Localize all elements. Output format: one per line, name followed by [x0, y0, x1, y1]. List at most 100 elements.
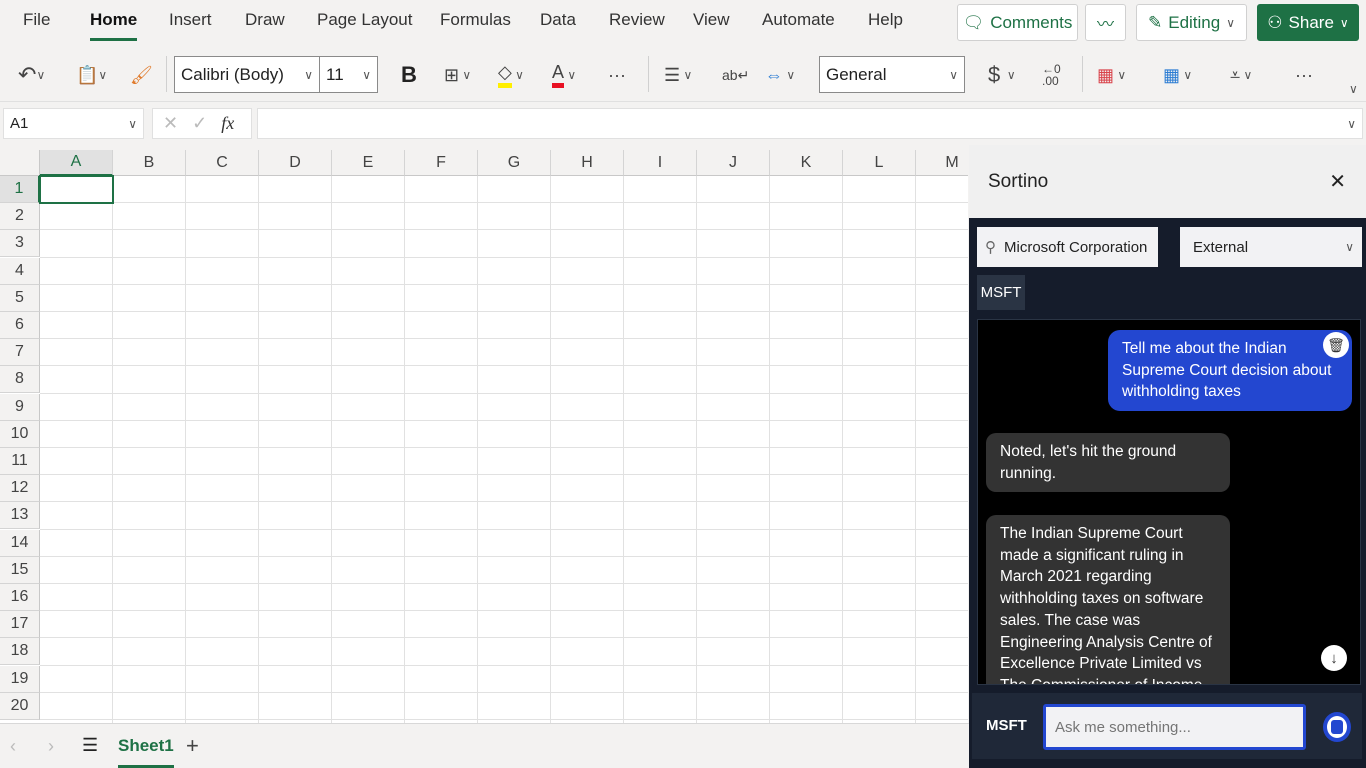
number-format-select[interactable]: General ∨ — [819, 56, 965, 93]
row-header-12[interactable]: 12 — [0, 475, 40, 503]
row-header-20[interactable]: 20 — [0, 692, 40, 720]
search-value: Microsoft Corporation — [1004, 238, 1148, 256]
close-icon[interactable]: ✕ — [1329, 169, 1346, 194]
tab-formulas[interactable]: Formulas — [440, 10, 511, 30]
format-painter-button[interactable]: 🖌 — [130, 58, 153, 92]
column-header-e[interactable]: E — [332, 150, 405, 176]
column-header-f[interactable]: F — [405, 150, 478, 176]
column-header-k[interactable]: K — [770, 150, 843, 176]
paste-button[interactable]: 📋 ∨ — [76, 58, 107, 92]
column-header-b[interactable]: B — [113, 150, 186, 176]
activity-button[interactable]: 〰 — [1085, 4, 1126, 41]
gridline — [40, 256, 968, 258]
tab-review[interactable]: Review — [609, 10, 665, 30]
tab-draw[interactable]: Draw — [245, 10, 285, 30]
row-header-13[interactable]: 13 — [0, 502, 40, 530]
spreadsheet-grid[interactable]: A B C D E F G H I J K L M 1 2 3 4 5 6 7 8 9 10 11 12 13 14 15 16 17 18… — [0, 150, 968, 723]
font-color-button[interactable]: A ∨ — [552, 58, 576, 92]
insert-cells-button[interactable]: ▦ ∨ — [1163, 58, 1192, 92]
align-button[interactable]: ☰ ∨ — [664, 58, 692, 92]
tab-help[interactable]: Help — [868, 10, 903, 30]
search-icon: ⚲ — [985, 239, 996, 256]
ask-input[interactable] — [1043, 704, 1306, 750]
row-header-10[interactable]: 10 — [0, 420, 40, 448]
editing-label: Editing — [1168, 12, 1221, 32]
column-header-i[interactable]: I — [624, 150, 697, 176]
font-name-select[interactable]: Calibri (Body) ∨ — [174, 56, 320, 93]
function-icon[interactable]: fx — [221, 113, 234, 134]
bold-button[interactable]: B — [401, 58, 417, 92]
chevron-down-icon: ∨ — [128, 116, 137, 131]
send-button[interactable] — [1323, 712, 1351, 742]
more-font-button[interactable]: ··· — [608, 58, 626, 92]
tab-view[interactable]: View — [693, 10, 730, 30]
sheet-tab-sheet1[interactable]: Sheet1 — [118, 736, 174, 768]
row-header-5[interactable]: 5 — [0, 284, 40, 312]
tab-file[interactable]: File — [23, 10, 50, 30]
all-sheets-icon[interactable]: ☰ — [82, 735, 98, 756]
row-header-15[interactable]: 15 — [0, 556, 40, 584]
row-header-4[interactable]: 4 — [0, 257, 40, 285]
column-header-g[interactable]: G — [478, 150, 551, 176]
row-header-8[interactable]: 8 — [0, 366, 40, 394]
cancel-icon[interactable]: ✕ — [163, 113, 178, 134]
font-size-select[interactable]: 11 ∨ — [319, 56, 378, 93]
company-search-input[interactable]: ⚲ Microsoft Corporation — [977, 227, 1158, 267]
row-header-18[interactable]: 18 — [0, 638, 40, 666]
chevron-down-icon: ∨ — [1345, 240, 1354, 254]
selected-cell-a1[interactable] — [39, 175, 114, 204]
column-header-d[interactable]: D — [259, 150, 332, 176]
prev-sheet-icon[interactable]: ‹ — [10, 736, 16, 757]
row-header-17[interactable]: 17 — [0, 611, 40, 639]
tab-insert[interactable]: Insert — [169, 10, 212, 30]
row-header-2[interactable]: 2 — [0, 203, 40, 231]
select-all-corner[interactable] — [0, 150, 40, 176]
add-sheet-icon[interactable]: + — [186, 733, 199, 759]
decrease-decimal-button[interactable]: ←0.00 — [1042, 58, 1061, 92]
column-header-j[interactable]: J — [697, 150, 770, 176]
column-header-l[interactable]: L — [843, 150, 916, 176]
borders-button[interactable]: ⊞ ∨ — [444, 58, 471, 92]
merge-button[interactable]: ⇔ ∨ — [765, 58, 795, 92]
confirm-icon[interactable]: ✓ — [192, 113, 207, 134]
undo-button[interactable]: ↶ ∨ — [18, 58, 45, 92]
conditional-format-button[interactable]: ▦ ∨ — [1097, 58, 1126, 92]
name-box[interactable]: A1 ∨ — [3, 108, 144, 139]
comments-button[interactable]: 🗨 Comments — [957, 4, 1078, 41]
fill-color-button[interactable]: ◇ ∨ — [498, 58, 524, 92]
formula-input[interactable]: ∨ — [257, 108, 1363, 139]
column-header-m[interactable]: M — [916, 150, 968, 176]
ticker-chip[interactable]: MSFT — [977, 275, 1025, 310]
column-header-h[interactable]: H — [551, 150, 624, 176]
tab-automate[interactable]: Automate — [762, 10, 835, 30]
column-header-a[interactable]: A — [40, 150, 113, 176]
clipboard-icon: 📋 — [76, 64, 99, 85]
gridline — [40, 637, 968, 639]
more-options-button[interactable]: ··· — [1295, 58, 1313, 92]
tab-page-layout[interactable]: Page Layout — [317, 10, 412, 30]
tab-home[interactable]: Home — [90, 10, 138, 41]
currency-button[interactable]: $ ∨ — [988, 58, 1016, 92]
tab-data[interactable]: Data — [540, 10, 576, 30]
sort-filter-button[interactable]: ⩡ ∨ — [1230, 58, 1252, 92]
wrap-text-button[interactable]: ab↵ — [722, 58, 749, 92]
scroll-down-icon[interactable]: ↓ — [1321, 645, 1347, 671]
source-select[interactable]: External ∨ — [1180, 227, 1362, 267]
row-header-1[interactable]: 1 — [0, 176, 40, 203]
row-header-14[interactable]: 14 — [0, 529, 40, 557]
row-header-16[interactable]: 16 — [0, 584, 40, 611]
editing-button[interactable]: ✎ Editing ∨ — [1136, 4, 1247, 41]
row-header-3[interactable]: 3 — [0, 230, 40, 258]
row-header-19[interactable]: 19 — [0, 665, 40, 693]
chat-area[interactable]: Tell me about the Indian Supreme Court d… — [977, 319, 1361, 685]
gridline — [769, 176, 770, 723]
trash-icon[interactable]: 🗑 — [1323, 332, 1349, 358]
row-header-11[interactable]: 11 — [0, 448, 40, 475]
row-header-6[interactable]: 6 — [0, 312, 40, 339]
row-header-9[interactable]: 9 — [0, 393, 40, 421]
row-header-7[interactable]: 7 — [0, 339, 40, 367]
column-header-c[interactable]: C — [186, 150, 259, 176]
name-box-value: A1 — [10, 115, 29, 132]
next-sheet-icon[interactable]: › — [48, 736, 54, 757]
share-button[interactable]: ⚇ Share ∨ — [1257, 4, 1359, 41]
